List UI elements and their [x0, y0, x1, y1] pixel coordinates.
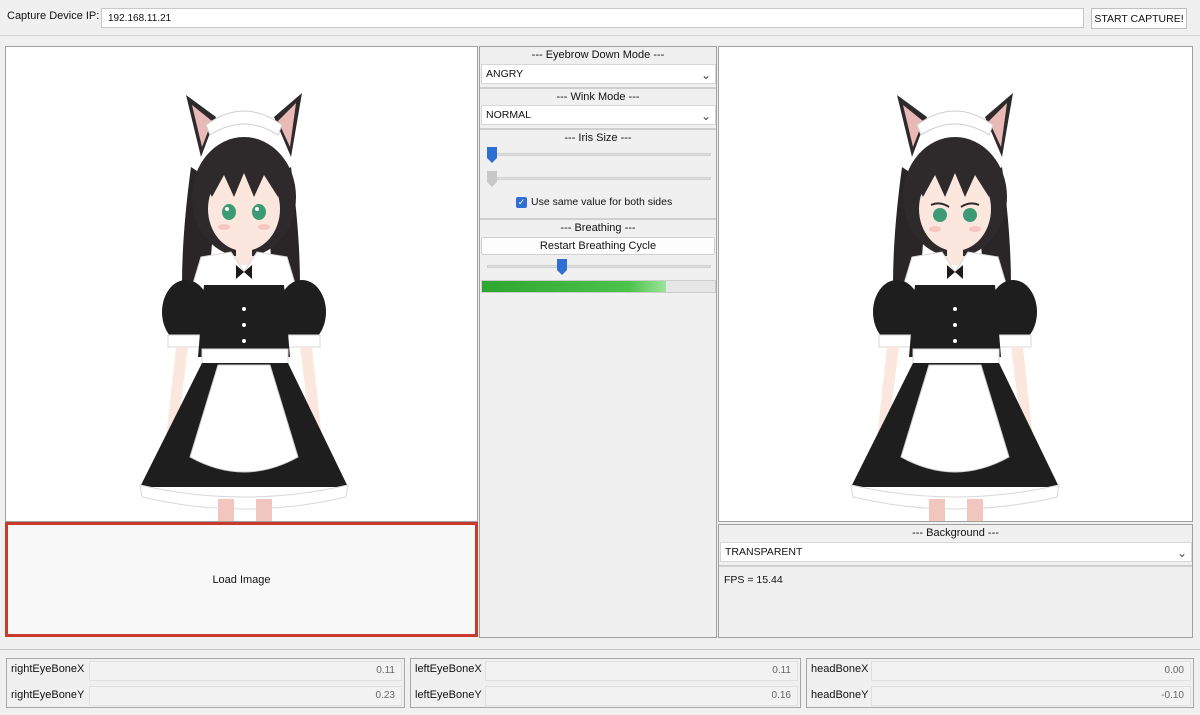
eyebrow-mode-title: --- Eyebrow Down Mode ---	[480, 47, 716, 63]
wink-mode-select[interactable]: NORMAL ⌄	[481, 105, 716, 125]
eyebrow-mode-select[interactable]: ANGRY ⌄	[481, 64, 716, 84]
iris-right-slider-thumb	[487, 171, 497, 187]
fps-readout: FPS = 15.44	[724, 574, 783, 586]
character-illustration-input	[139, 93, 349, 521]
right-eye-bone-x-label: rightEyeBoneX	[11, 663, 85, 675]
divider	[719, 565, 1192, 567]
wink-mode-title: --- Wink Mode ---	[480, 87, 716, 103]
character-illustration-output	[850, 93, 1060, 521]
left-eye-bone-x-value: 0.11	[485, 661, 798, 681]
left-eye-bone-y-value: 0.16	[485, 686, 798, 706]
right-eye-bone-y-value: 0.23	[89, 686, 402, 706]
chevron-down-icon: ⌄	[700, 68, 711, 82]
checkbox-checked-icon[interactable]: ✓	[516, 196, 527, 208]
right-eye-bone-y-label: rightEyeBoneY	[11, 689, 85, 701]
iris-size-title: --- Iris Size ---	[480, 128, 716, 144]
breathing-slider-track[interactable]	[487, 265, 711, 268]
capture-ip-input[interactable]	[101, 8, 1084, 28]
left-eye-bone-group: leftEyeBoneX 0.11 leftEyeBoneY 0.16	[410, 658, 801, 708]
eyebrow-mode-value: ANGRY	[486, 68, 524, 80]
left-eye-bone-x-label: leftEyeBoneX	[415, 663, 482, 675]
controls-panel: --- Eyebrow Down Mode --- ANGRY ⌄ --- Wi…	[479, 46, 717, 638]
head-bone-y-value: -0.10	[871, 686, 1191, 706]
background-select[interactable]: TRANSPARENT ⌄	[720, 542, 1192, 562]
wink-mode-value: NORMAL	[486, 109, 531, 121]
head-bone-y-label: headBoneY	[811, 689, 869, 701]
restart-breathing-button[interactable]: Restart Breathing Cycle	[481, 237, 715, 255]
head-bone-x-label: headBoneX	[811, 663, 869, 675]
background-value: TRANSPARENT	[725, 546, 803, 558]
breathing-progress-bar	[481, 280, 716, 293]
head-bone-x-value: 0.00	[871, 661, 1191, 681]
background-title: --- Background ---	[719, 525, 1192, 541]
capture-ip-label: Capture Device IP:	[7, 10, 100, 22]
top-bar: Capture Device IP: START CAPTURE!	[0, 0, 1200, 36]
chevron-down-icon: ⌄	[700, 109, 711, 123]
same-value-label: Use same value for both sides	[531, 196, 673, 208]
right-eye-bone-x-value: 0.11	[89, 661, 402, 681]
output-settings-panel: --- Background --- TRANSPARENT ⌄ FPS = 1…	[718, 524, 1193, 638]
iris-right-slider-track	[487, 177, 711, 180]
load-image-button[interactable]: Load Image	[5, 522, 478, 637]
breathing-title: --- Breathing ---	[480, 218, 716, 234]
start-capture-button[interactable]: START CAPTURE!	[1091, 8, 1187, 29]
chevron-down-icon: ⌄	[1176, 546, 1187, 560]
iris-left-slider-thumb[interactable]	[487, 147, 497, 163]
breathing-progress-fill	[482, 281, 667, 292]
right-eye-bone-group: rightEyeBoneX 0.11 rightEyeBoneY 0.23	[6, 658, 405, 708]
load-image-label: Load Image	[212, 573, 271, 586]
same-value-checkbox-row[interactable]: ✓ Use same value for both sides	[516, 196, 672, 208]
breathing-slider-thumb[interactable]	[557, 259, 567, 275]
output-image-panel	[718, 46, 1193, 522]
iris-left-slider-track[interactable]	[487, 153, 711, 156]
left-eye-bone-y-label: leftEyeBoneY	[415, 689, 482, 701]
input-image-panel	[5, 46, 478, 522]
head-bone-group: headBoneX 0.00 headBoneY -0.10	[806, 658, 1194, 708]
bone-metrics-bar: rightEyeBoneX 0.11 rightEyeBoneY 0.23 le…	[0, 649, 1200, 715]
